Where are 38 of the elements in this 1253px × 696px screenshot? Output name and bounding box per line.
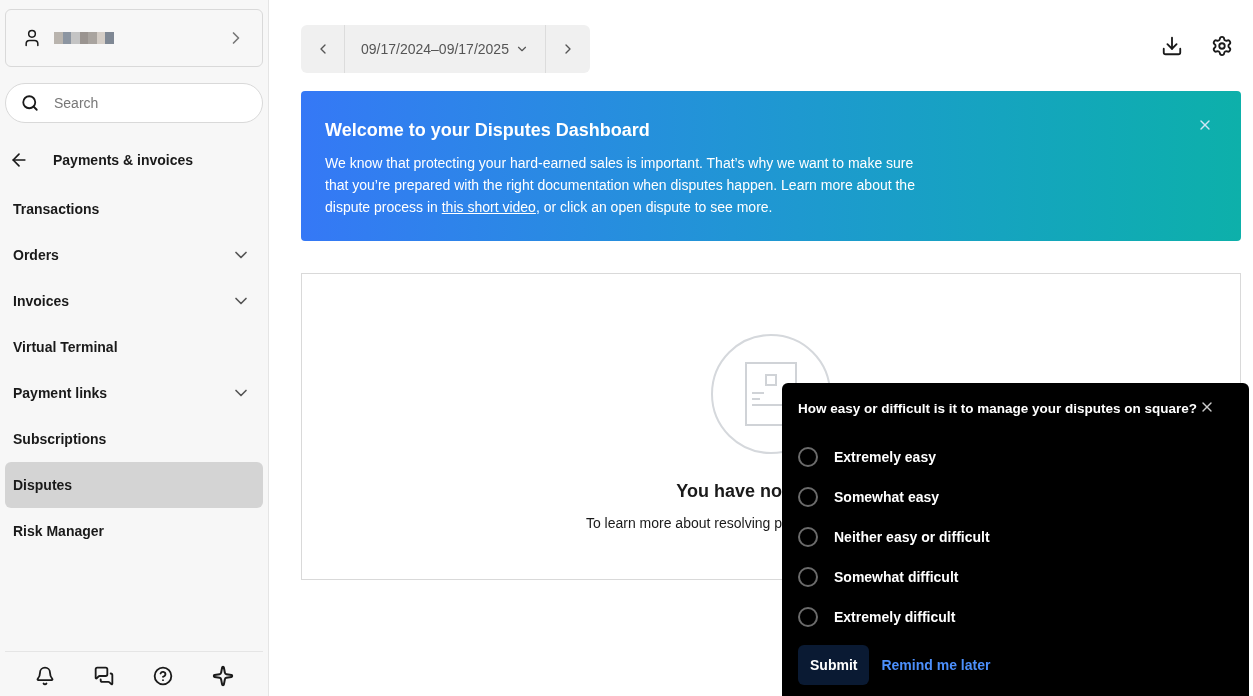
person-icon bbox=[22, 28, 42, 48]
search-field[interactable]: Search bbox=[5, 83, 263, 123]
radio-option[interactable]: Neither easy or difficult bbox=[798, 517, 1233, 558]
nav-item[interactable]: Orders bbox=[5, 232, 263, 278]
radio-button[interactable] bbox=[798, 527, 818, 548]
empty-state-title: You have no bbox=[676, 480, 782, 503]
radio-option[interactable]: Somewhat difficult bbox=[798, 557, 1233, 598]
account-switcher[interactable] bbox=[5, 9, 263, 67]
empty-state-text: To learn more about resolving p bbox=[585, 514, 782, 533]
redacted-name bbox=[54, 32, 114, 44]
help-icon[interactable] bbox=[152, 666, 173, 686]
nav-item[interactable]: Subscriptions bbox=[5, 416, 263, 462]
section-title: Payments & invoices bbox=[53, 150, 194, 170]
submit-button[interactable]: Submit bbox=[798, 645, 870, 686]
nav-item[interactable]: Invoices bbox=[5, 278, 263, 324]
nav-item[interactable]: Virtual Terminal bbox=[5, 324, 263, 370]
sparkle-icon[interactable] bbox=[211, 665, 234, 687]
nav-item[interactable]: Disputes bbox=[5, 462, 263, 508]
chat-bubbles-icon[interactable] bbox=[93, 666, 114, 686]
radio-button[interactable] bbox=[798, 567, 818, 588]
radio-option[interactable]: Extremely easy bbox=[798, 437, 1233, 478]
nav-item[interactable]: Transactions bbox=[5, 186, 263, 232]
banner-title: Welcome to your Disputes Dashboard bbox=[325, 119, 650, 142]
radio-option[interactable]: Somewhat easy bbox=[798, 477, 1233, 518]
nav-item[interactable]: Risk Manager bbox=[5, 508, 263, 554]
download-icon[interactable] bbox=[1161, 35, 1183, 57]
remind-later-link[interactable]: Remind me later bbox=[881, 654, 991, 676]
video-link[interactable]: this short video bbox=[441, 199, 536, 215]
survey-question: How easy or difficult is it to manage your disputes on square? bbox=[798, 400, 1198, 418]
notification-bell-icon[interactable] bbox=[34, 666, 55, 686]
nav-item[interactable]: Payment links bbox=[5, 370, 263, 416]
banner-text: We know that protecting your hard-earned sales is important. That’s why we want to make sure that you’re prepared with the right documentation when disputes happen. Learn more about the dispute process in this short video, or click an open dispute to see more. bbox=[325, 154, 916, 217]
search-icon bbox=[21, 94, 39, 112]
radio-button[interactable] bbox=[798, 447, 818, 468]
settings-icon[interactable] bbox=[1211, 35, 1233, 57]
radio-button[interactable] bbox=[798, 487, 818, 508]
radio-option[interactable]: Extremely difficult bbox=[798, 597, 1233, 638]
radio-button[interactable] bbox=[798, 607, 818, 628]
